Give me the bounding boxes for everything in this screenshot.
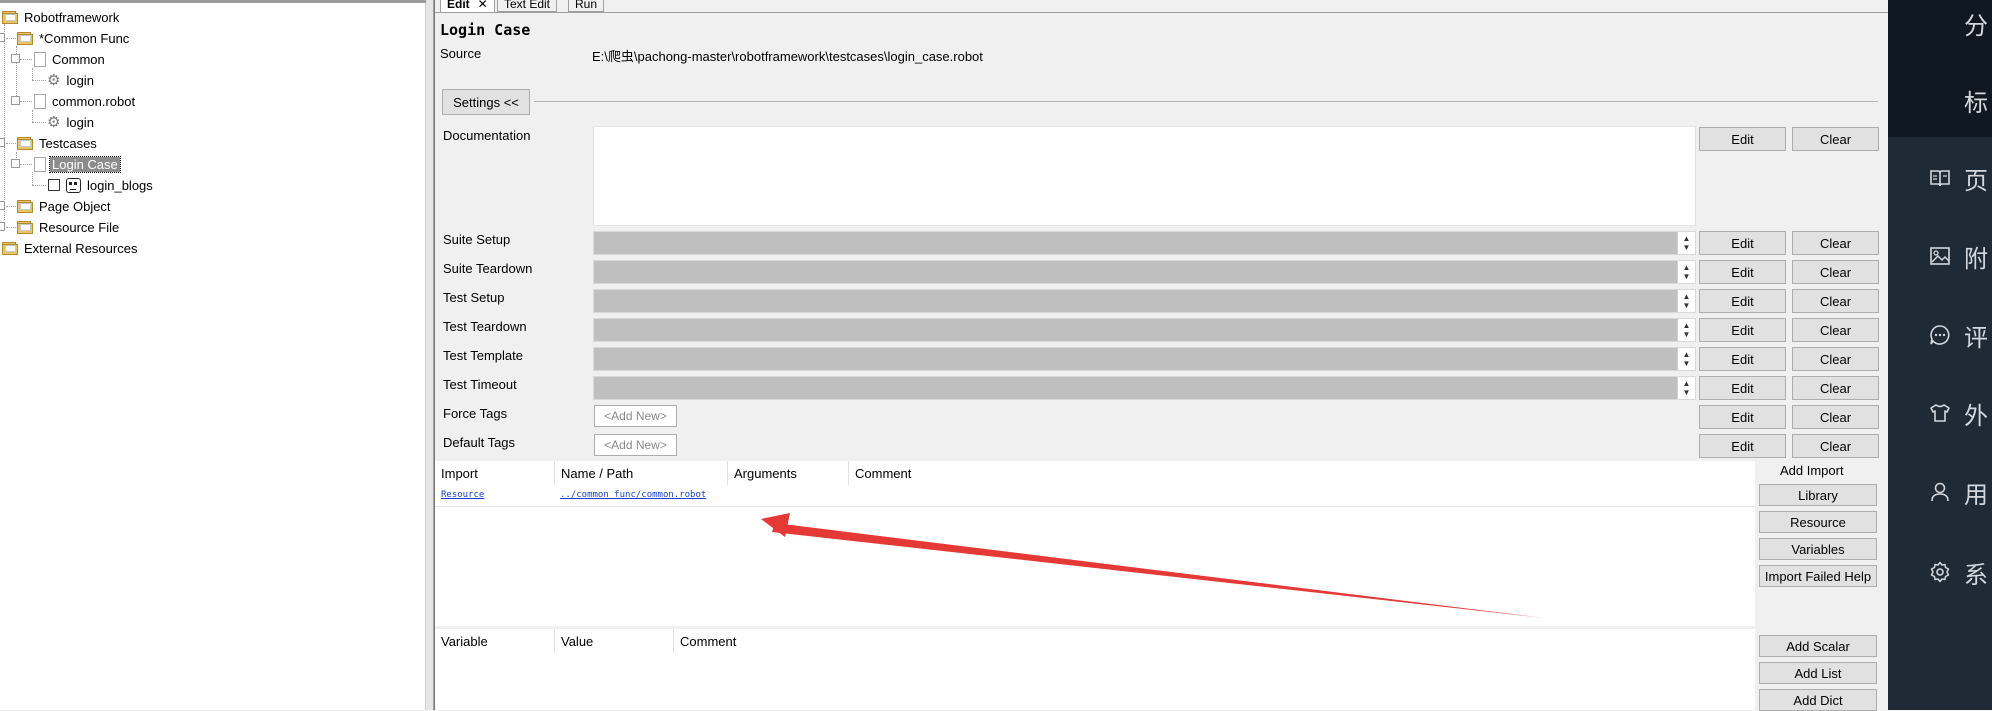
- resource-file-icon: [34, 93, 46, 109]
- tree-item-label: Robotframework: [24, 9, 120, 25]
- side-item-text: 页: [1964, 167, 1988, 195]
- tree-item-label: Page Object: [39, 198, 111, 214]
- tree-item-login-keyword[interactable]: ⚙ login: [47, 70, 96, 90]
- folder-icon: [2, 241, 18, 255]
- editor-panel: Edit ✕ Text Edit Run Login Case Source E:…: [434, 0, 1889, 711]
- side-item-text: 外: [1964, 402, 1988, 430]
- tree-item-label: Resource File: [39, 219, 120, 235]
- tree-line: [20, 164, 32, 165]
- folder-icon: [17, 220, 33, 234]
- folder-icon: [2, 10, 18, 24]
- tree-item-label: login: [66, 114, 94, 130]
- file-icon: [34, 156, 46, 172]
- tree-item-page-object[interactable]: Page Object: [17, 196, 113, 216]
- expander-testcases[interactable]: [0, 138, 5, 147]
- user-icon: [1928, 480, 1952, 504]
- gear-icon: [1928, 560, 1952, 584]
- side-item-page[interactable]: 页: [1888, 163, 1992, 195]
- arrow-head: [761, 513, 790, 537]
- side-item-text: 用: [1964, 481, 1988, 509]
- project-tree: Robotframework *Common Func Common ⚙ log…: [0, 0, 426, 710]
- robot-test-icon: [66, 177, 81, 193]
- tree-item-label: Testcases: [39, 135, 97, 151]
- expander-page-object[interactable]: [0, 201, 5, 210]
- expander-common[interactable]: [11, 54, 20, 63]
- arrow-shaft: [772, 523, 1544, 618]
- tree-item-robotframework[interactable]: Robotframework: [2, 7, 121, 27]
- keyword-gear-icon: ⚙: [47, 71, 61, 89]
- tree-line: [6, 38, 16, 39]
- tree-line: [32, 80, 46, 81]
- side-text-fen[interactable]: 分: [1964, 6, 1988, 41]
- tree-item-label: login_blogs: [87, 177, 153, 193]
- file-icon: [34, 51, 46, 67]
- tree-item-label-selected: Login Case: [49, 155, 121, 173]
- tree-item-label: login: [66, 72, 94, 88]
- tree-item-label: Common: [52, 51, 105, 67]
- tree-item-login-keyword-2[interactable]: ⚙ login: [47, 112, 96, 132]
- tree-line: [32, 172, 33, 185]
- side-text-biao[interactable]: 标: [1964, 83, 1988, 118]
- tree-line: [32, 185, 46, 186]
- side-panel: 分 标 页 附 评 外 用 系: [1888, 0, 1992, 710]
- tree-item-common[interactable]: Common: [34, 49, 107, 69]
- tree-line: [6, 143, 16, 144]
- side-item-appearance[interactable]: 外: [1888, 398, 1992, 430]
- tree-line: [32, 122, 46, 123]
- tree-item-external-resources[interactable]: External Resources: [2, 238, 139, 258]
- side-item-user[interactable]: 用: [1888, 477, 1992, 509]
- image-icon: [1928, 244, 1952, 268]
- tree-item-label: common.robot: [52, 93, 136, 109]
- folder-icon: [17, 31, 33, 45]
- folder-icon: [17, 199, 33, 213]
- side-item-text: 系: [1964, 561, 1988, 589]
- tree-line: [32, 110, 33, 122]
- tree-item-testcases[interactable]: Testcases: [17, 133, 99, 153]
- side-item-system[interactable]: 系: [1888, 557, 1992, 589]
- side-item-attachment[interactable]: 附: [1888, 241, 1992, 273]
- tree-line: [4, 24, 5, 220]
- tree-line: [32, 68, 33, 80]
- tree-line: [20, 59, 32, 60]
- test-checkbox[interactable]: [48, 179, 60, 191]
- book-icon: [1928, 166, 1952, 190]
- tree-item-common-func[interactable]: *Common Func: [17, 28, 131, 48]
- folder-icon: [17, 136, 33, 150]
- tree-line: [20, 101, 32, 102]
- tree-top-border: [0, 0, 426, 3]
- tree-item-resource-file[interactable]: Resource File: [17, 217, 121, 237]
- tree-item-login-blogs[interactable]: login_blogs: [48, 175, 155, 195]
- tree-item-label: *Common Func: [39, 30, 130, 46]
- tree-line: [6, 227, 16, 228]
- shirt-icon: [1928, 401, 1952, 425]
- expander-common-func[interactable]: [0, 33, 5, 42]
- comment-icon: [1928, 323, 1952, 347]
- tree-item-label: External Resources: [24, 240, 138, 256]
- side-item-comment[interactable]: 评: [1888, 320, 1992, 352]
- expander-common-robot[interactable]: [11, 96, 20, 105]
- pane-splitter[interactable]: [426, 0, 434, 710]
- side-item-text: 评: [1964, 324, 1988, 352]
- keyword-gear-icon: ⚙: [47, 113, 61, 131]
- tree-item-login-case[interactable]: Login Case: [34, 154, 121, 174]
- tree-line: [6, 206, 16, 207]
- expander-resource-file[interactable]: [0, 222, 5, 231]
- tree-item-common-robot[interactable]: common.robot: [34, 91, 137, 111]
- annotation-arrow-icon: [761, 513, 1544, 618]
- expander-login-case[interactable]: [11, 159, 20, 168]
- side-item-text: 附: [1964, 245, 1988, 273]
